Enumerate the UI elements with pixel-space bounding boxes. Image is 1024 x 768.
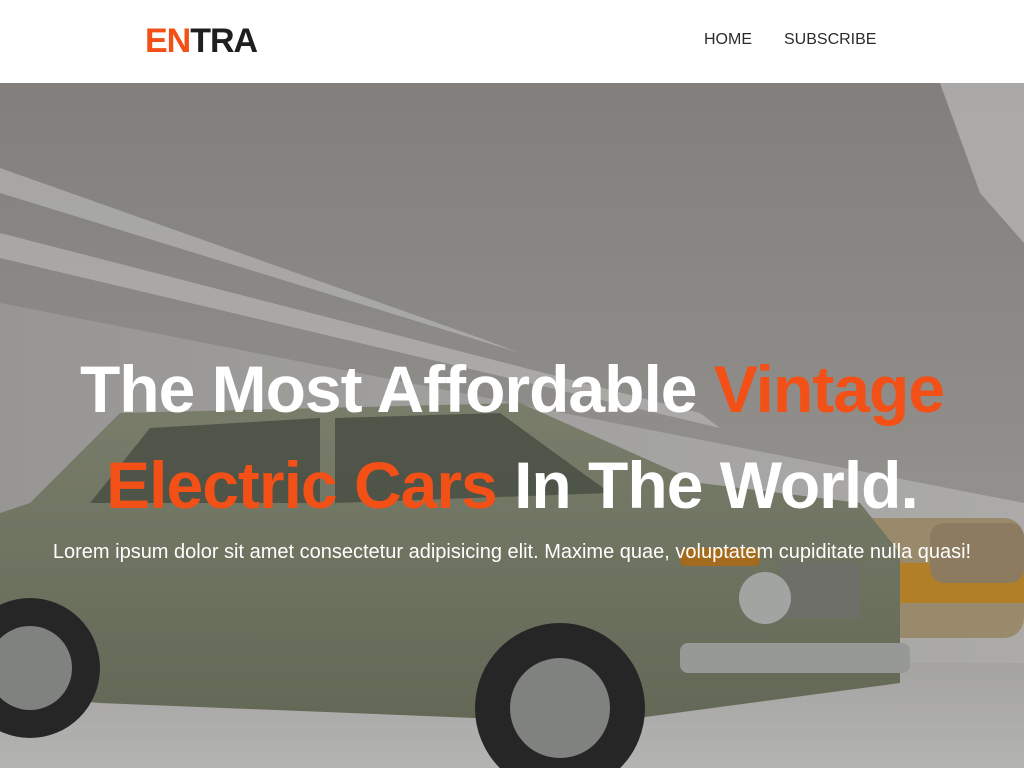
nav-subscribe-link[interactable]: SUBSCRIBE xyxy=(784,30,876,50)
headline-text-1: The Most Affordable xyxy=(79,352,714,426)
hero-subtext: Lorem ipsum dolor sit amet consectetur a… xyxy=(52,541,972,563)
brand-logo-accent: EN xyxy=(145,22,191,60)
brand-logo-rest: TRA xyxy=(190,22,258,60)
brand-logo[interactable]: ENTRA xyxy=(145,22,258,60)
hero-section: The Most Affordable Vintage Electric Car… xyxy=(0,83,1024,768)
headline-highlight-vintage: Vintage xyxy=(713,352,945,426)
headline-text-2: In The World. xyxy=(496,448,919,522)
main-nav: HOME SUBSCRIBE xyxy=(704,30,876,50)
nav-home-link[interactable]: HOME xyxy=(704,30,752,50)
hero-headline: The Most Affordable Vintage Electric Car… xyxy=(0,341,1024,533)
headline-highlight-electric-cars: Electric Cars xyxy=(106,448,498,522)
site-header: ENTRA HOME SUBSCRIBE xyxy=(0,0,1024,83)
hero-content: The Most Affordable Vintage Electric Car… xyxy=(0,341,1024,568)
